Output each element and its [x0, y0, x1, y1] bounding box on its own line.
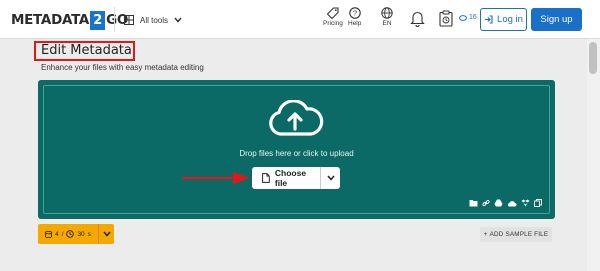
- dropzone-instruction: Drop files here or click to upload: [239, 149, 354, 158]
- conversion-speed-button[interactable]: 4 / 30 s: [38, 224, 114, 244]
- clock-icon: [66, 230, 75, 238]
- plus-icon: +: [483, 231, 488, 238]
- tag-icon: [326, 7, 339, 19]
- all-tools-label: All tools: [140, 15, 169, 25]
- onedrive-icon[interactable]: [507, 200, 517, 207]
- site-logo[interactable]: METADATA 2 GO: [11, 10, 128, 30]
- database-icon: [45, 230, 52, 238]
- add-sample-file-label: ADD SAMPLE FILE: [489, 231, 549, 238]
- file-icon: [262, 173, 270, 183]
- signup-button[interactable]: Sign up: [531, 8, 582, 31]
- copy-icon[interactable]: [534, 199, 542, 207]
- add-sample-file-button[interactable]: + ADD SAMPLE FILE: [480, 227, 552, 242]
- header-divider: [114, 7, 115, 32]
- globe-icon: [381, 7, 393, 19]
- red-arrow-annotation: [182, 172, 250, 184]
- link-icon[interactable]: [482, 199, 490, 207]
- signup-label: Sign up: [540, 14, 573, 25]
- folder-icon[interactable]: [469, 199, 478, 207]
- help-button[interactable]: ? Help: [348, 7, 361, 27]
- logo-text-left: METADATA: [11, 12, 90, 28]
- page-subtitle: Enhance your files with easy metadata ed…: [41, 63, 204, 72]
- notifications-button[interactable]: [410, 10, 425, 32]
- language-label: EN: [382, 20, 392, 27]
- login-arrow-icon: [484, 15, 493, 24]
- pricing-button[interactable]: Pricing: [323, 7, 343, 27]
- help-icon: ?: [348, 7, 361, 19]
- choose-file-label: Choose file: [274, 168, 307, 188]
- dropbox-icon[interactable]: [521, 199, 530, 207]
- speed-info[interactable]: 4 / 30 s: [38, 230, 98, 238]
- google-drive-icon[interactable]: [494, 199, 503, 207]
- logo-text-middle: 2: [90, 10, 106, 30]
- scrollbar-thumb[interactable]: [589, 42, 597, 74]
- choose-file-button[interactable]: Choose file: [252, 167, 340, 189]
- svg-text:?: ?: [353, 9, 357, 18]
- page-title: Edit Metadata: [41, 43, 132, 58]
- choose-file-main[interactable]: Choose file: [252, 168, 320, 188]
- speed-files-value: 4: [55, 230, 59, 238]
- chevron-down-icon: [326, 175, 335, 181]
- language-selector[interactable]: EN: [381, 7, 393, 27]
- cloud-upload-icon: [269, 100, 324, 136]
- chevron-down-icon: [102, 231, 111, 237]
- upload-sources: [469, 199, 542, 207]
- all-tools-menu[interactable]: All tools: [124, 11, 182, 29]
- bell-icon: [410, 11, 425, 27]
- speed-dropdown[interactable]: [99, 231, 114, 237]
- credits-value: 16: [469, 14, 477, 21]
- clipboard-icon: [439, 10, 453, 27]
- login-label: Log in: [497, 14, 523, 25]
- chevron-down-icon: [174, 17, 182, 23]
- speed-seconds-value: 30: [77, 230, 85, 238]
- grid-icon: [124, 15, 134, 25]
- speed-unit: s: [87, 230, 91, 238]
- speed-slash: /: [61, 230, 64, 238]
- history-button[interactable]: [439, 10, 453, 32]
- login-button[interactable]: Log in: [480, 8, 527, 31]
- top-navbar: METADATA 2 GO All tools Pricing ? Help EN …: [0, 0, 600, 39]
- pricing-label: Pricing: [323, 20, 343, 27]
- coin-icon: [459, 14, 467, 21]
- credits-counter[interactable]: 16: [459, 14, 477, 21]
- help-label: Help: [348, 20, 362, 27]
- choose-file-dropdown[interactable]: [321, 175, 340, 181]
